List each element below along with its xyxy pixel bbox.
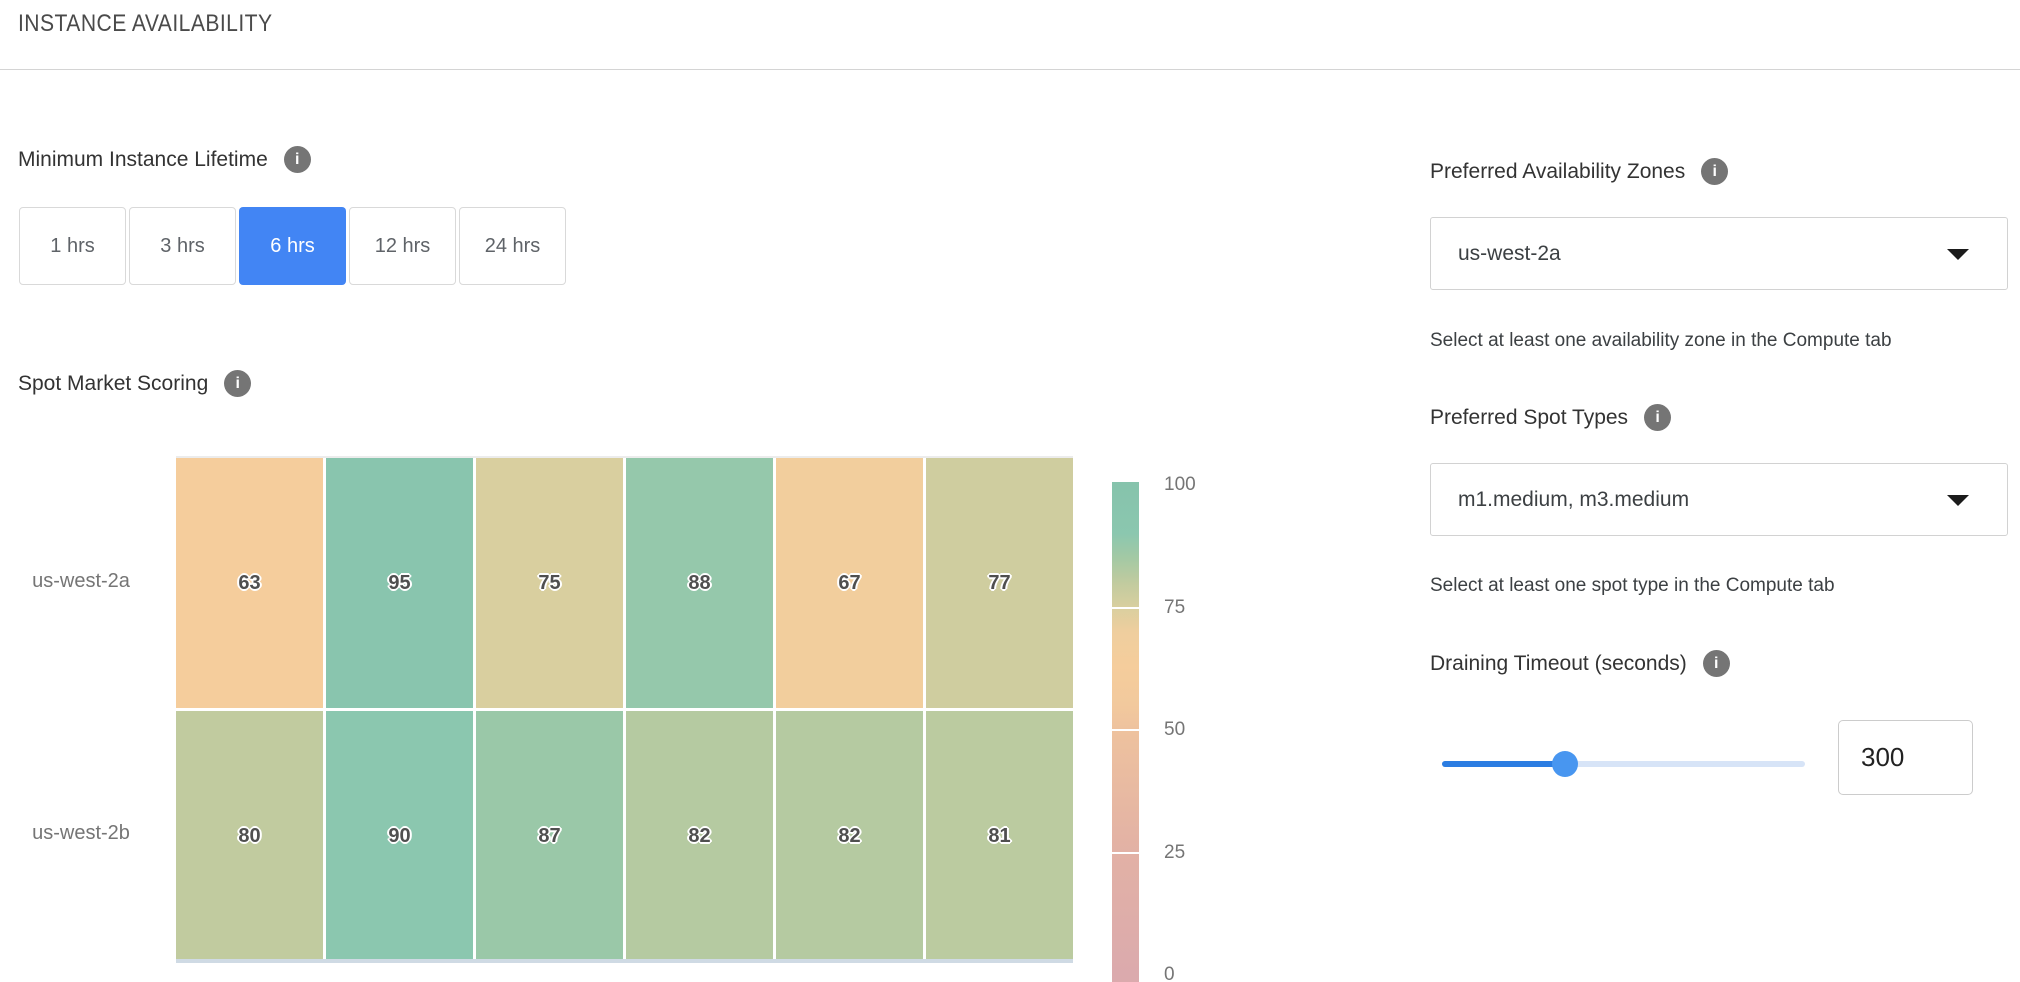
lifetime-option-3-hrs[interactable]: 3 hrs: [129, 207, 236, 285]
heatmap-cell[interactable]: 82: [776, 711, 923, 961]
draining-timeout-value: 300: [1861, 742, 1904, 773]
zones-helper-text: Select at least one availability zone in…: [1430, 330, 1892, 352]
scoring-label: Spot Market Scoring: [18, 372, 208, 396]
heatmap-cell[interactable]: 87: [476, 711, 623, 961]
heatmap-cell[interactable]: 75: [476, 458, 623, 708]
heatmap-cell[interactable]: 81: [926, 711, 1073, 961]
header-divider: [0, 69, 2020, 70]
heatmap-cell[interactable]: 88: [626, 458, 773, 708]
heatmap-row-label: us-west-2a: [20, 570, 142, 593]
zones-label-row: Preferred Availability Zones i: [1430, 158, 1728, 185]
heatmap-cell[interactable]: 67: [776, 458, 923, 708]
heatmap-colorbar: [1112, 482, 1139, 982]
colorbar-tick-label: 100: [1164, 474, 1196, 496]
colorbar-tick-label: 0: [1164, 964, 1175, 982]
draining-slider-thumb[interactable]: [1552, 751, 1578, 777]
heatmap-cell[interactable]: 77: [926, 458, 1073, 708]
lifetime-option-1-hrs[interactable]: 1 hrs: [19, 207, 126, 285]
lifetime-option-12-hrs[interactable]: 12 hrs: [349, 207, 456, 285]
zones-select[interactable]: us-west-2a: [1430, 217, 2008, 290]
info-icon[interactable]: i: [1703, 650, 1730, 677]
instance-availability-page: INSTANCE AVAILABILITY Minimum Instance L…: [0, 0, 2020, 982]
heatmap-cell[interactable]: 63: [176, 458, 323, 708]
lifetime-label-row: Minimum Instance Lifetime i: [18, 146, 311, 173]
info-icon[interactable]: i: [224, 370, 251, 397]
draining-slider-fill: [1442, 761, 1565, 767]
heatmap-cell[interactable]: 95: [326, 458, 473, 708]
spot-types-select-value: m1.medium, m3.medium: [1458, 488, 1689, 512]
colorbar-separator: [1112, 607, 1139, 609]
lifetime-option-6-hrs[interactable]: 6 hrs: [239, 207, 346, 285]
lifetime-option-24-hrs[interactable]: 24 hrs: [459, 207, 566, 285]
spot-types-label: Preferred Spot Types: [1430, 406, 1628, 430]
info-icon[interactable]: i: [1701, 158, 1728, 185]
page-title: INSTANCE AVAILABILITY: [18, 10, 273, 38]
heatmap-cell[interactable]: 82: [626, 711, 773, 961]
colorbar-tick-label: 25: [1164, 842, 1185, 864]
colorbar-separator: [1112, 852, 1139, 854]
colorbar-tick-label: 50: [1164, 719, 1185, 741]
draining-label: Draining Timeout (seconds): [1430, 652, 1687, 676]
chevron-down-icon: [1947, 249, 1969, 260]
heatmap-cell[interactable]: 80: [176, 711, 323, 961]
spot-market-heatmap: 639575886777809087828281: [176, 456, 1073, 961]
heatmap-row-label: us-west-2b: [20, 822, 142, 845]
zones-label: Preferred Availability Zones: [1430, 160, 1685, 184]
scoring-label-row: Spot Market Scoring i: [18, 370, 251, 397]
draining-slider[interactable]: [1442, 761, 1805, 767]
spot-types-helper-text: Select at least one spot type in the Com…: [1430, 575, 1835, 597]
info-icon[interactable]: i: [1644, 404, 1671, 431]
heatmap-baseline: [176, 959, 1073, 963]
spot-types-select[interactable]: m1.medium, m3.medium: [1430, 463, 2008, 536]
info-icon[interactable]: i: [284, 146, 311, 173]
chevron-down-icon: [1947, 495, 1969, 506]
colorbar-tick-label: 75: [1164, 597, 1185, 619]
lifetime-label: Minimum Instance Lifetime: [18, 148, 268, 172]
draining-label-row: Draining Timeout (seconds) i: [1430, 650, 1730, 677]
lifetime-button-group: 1 hrs3 hrs6 hrs12 hrs24 hrs: [19, 207, 566, 285]
zones-select-value: us-west-2a: [1458, 242, 1561, 266]
colorbar-separator: [1112, 729, 1139, 731]
spot-types-label-row: Preferred Spot Types i: [1430, 404, 1671, 431]
heatmap-cell[interactable]: 90: [326, 711, 473, 961]
draining-timeout-input[interactable]: 300: [1838, 720, 1973, 795]
